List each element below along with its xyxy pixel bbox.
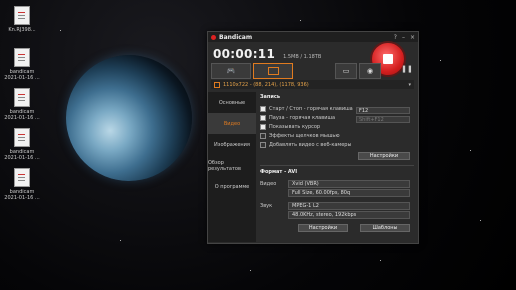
divider bbox=[260, 165, 414, 166]
pause-button[interactable]: ❚❚ bbox=[401, 65, 413, 76]
desktop-icon-file[interactable]: bandicam 2021-01-16 ... bbox=[2, 128, 42, 161]
show-cursor-label: Показывать курсор bbox=[269, 123, 321, 130]
start-stop-label: Старт / Стоп - горячая клавиша bbox=[269, 105, 353, 112]
game-mode-button[interactable]: 🎮 bbox=[211, 63, 251, 79]
click-effects-row: Эффекты щелчков мышью bbox=[260, 131, 414, 140]
pause-icon: ❚❚ bbox=[401, 65, 413, 73]
start-stop-hotkey-field[interactable]: F12 bbox=[356, 107, 410, 114]
webcam-row: Добавлять видео с веб-камеры bbox=[260, 140, 414, 149]
open-folder-button[interactable]: ▭ bbox=[335, 63, 357, 79]
pause-label: Пауза - горячая клавиша bbox=[269, 114, 336, 121]
window-title: Bandicam bbox=[219, 33, 253, 41]
capture-area-text: 1110x722 - (88, 214), (1178, 936) bbox=[223, 81, 309, 88]
click-effects-label: Эффекты щелчков мышью bbox=[269, 132, 340, 139]
desktop-icon-file[interactable]: Kn.RJ398... bbox=[2, 6, 42, 33]
sidebar-item-label: Видео bbox=[223, 120, 241, 127]
desktop-icon-file[interactable]: bandicam 2021-01-16 ... bbox=[2, 168, 42, 201]
sidebar-item-label: Основные bbox=[218, 99, 246, 106]
show-cursor-checkbox[interactable] bbox=[260, 123, 266, 130]
screenshot-button[interactable]: ◉ bbox=[359, 63, 381, 79]
sidebar-item-label: О программе bbox=[214, 183, 250, 190]
record-settings-button[interactable]: Настройки bbox=[358, 152, 410, 160]
sidebar-item-images[interactable]: Изображения bbox=[208, 134, 256, 155]
document-icon bbox=[14, 48, 30, 67]
format-settings-button[interactable]: Настройки bbox=[298, 224, 348, 232]
record-section-title: Запись bbox=[260, 94, 281, 100]
close-button[interactable]: × bbox=[410, 34, 415, 41]
file-size-info: 1.5MB / 1.18TB bbox=[283, 53, 322, 60]
settings-sidebar: Основные Видео Изображения Обзор результ… bbox=[208, 92, 256, 242]
show-cursor-row: Показывать курсор bbox=[260, 122, 414, 131]
folder-icon: ▭ bbox=[342, 67, 350, 75]
recording-timer: 00:00:11 bbox=[213, 46, 276, 61]
mode-toolbar: 🎮 ▭ ◉ bbox=[211, 63, 415, 79]
templates-button[interactable]: Шаблоны bbox=[360, 224, 410, 232]
desktop-icon-label: Kn.RJ398... bbox=[8, 27, 36, 33]
desktop-icon-label: bandicam 2021-01-16 ... bbox=[4, 69, 40, 81]
desktop-icon-file[interactable]: bandicam 2021-01-16 ... bbox=[2, 48, 42, 81]
camera-icon: ◉ bbox=[366, 67, 374, 75]
sidebar-item-general[interactable]: Основные bbox=[208, 92, 256, 113]
sidebar-item-video[interactable]: Видео bbox=[208, 113, 256, 134]
sidebar-item-label: Изображения bbox=[214, 141, 250, 148]
webcam-checkbox[interactable] bbox=[260, 141, 266, 148]
area-rectangle-icon bbox=[214, 81, 220, 88]
document-icon bbox=[14, 6, 30, 25]
chevron-down-icon[interactable]: ▾ bbox=[408, 82, 411, 88]
desktop-icon-label: bandicam 2021-01-16 ... bbox=[4, 109, 40, 121]
sidebar-item-label: Обзор результатов bbox=[208, 159, 241, 172]
desktop-icon-label: bandicam 2021-01-16 ... bbox=[4, 189, 40, 201]
document-icon bbox=[14, 88, 30, 107]
capture-area-bar[interactable]: 1110x722 - (88, 214), (1178, 936) ▾ bbox=[211, 80, 414, 89]
audio-codec-field: MPEG-1 L2 bbox=[288, 202, 410, 210]
sidebar-item-about[interactable]: О программе bbox=[208, 176, 256, 197]
audio-label: Звук bbox=[260, 203, 273, 209]
help-button[interactable]: ? bbox=[394, 34, 397, 41]
video-settings-panel: Запись Старт / Стоп - горячая клавиша F1… bbox=[260, 94, 414, 239]
screen-mode-button[interactable] bbox=[253, 63, 293, 79]
video-codec-field: Xvid (VBR) bbox=[288, 180, 410, 188]
format-title: Формат - AVI bbox=[260, 169, 298, 175]
planet-wallpaper bbox=[66, 55, 192, 181]
bandicam-window: Bandicam ? – × 00:00:11 1.5MB / 1.18TB 🎮… bbox=[207, 31, 419, 244]
desktop-icon-label: bandicam 2021-01-16 ... bbox=[4, 149, 40, 161]
audio-params-field: 48.0KHz, stereo, 192kbps bbox=[288, 211, 410, 219]
click-effects-checkbox[interactable] bbox=[260, 132, 266, 139]
pause-hotkey-field[interactable]: Shift+F12 bbox=[356, 116, 410, 123]
gamepad-icon: 🎮 bbox=[226, 67, 236, 75]
minimize-button[interactable]: – bbox=[402, 34, 405, 41]
start-stop-checkbox[interactable] bbox=[260, 105, 266, 112]
video-params-field: Full Size, 60.00fps, 80q bbox=[288, 189, 410, 197]
sidebar-item-output[interactable]: Обзор результатов bbox=[208, 155, 256, 176]
video-label: Видео bbox=[260, 181, 277, 187]
screen-rectangle-icon bbox=[267, 67, 279, 75]
bandicam-logo-icon bbox=[211, 34, 216, 40]
document-icon bbox=[14, 128, 30, 147]
desktop-icon-file[interactable]: bandicam 2021-01-16 ... bbox=[2, 88, 42, 121]
webcam-label: Добавлять видео с веб-камеры bbox=[269, 141, 352, 148]
document-icon bbox=[14, 168, 30, 187]
pause-checkbox[interactable] bbox=[260, 114, 266, 121]
